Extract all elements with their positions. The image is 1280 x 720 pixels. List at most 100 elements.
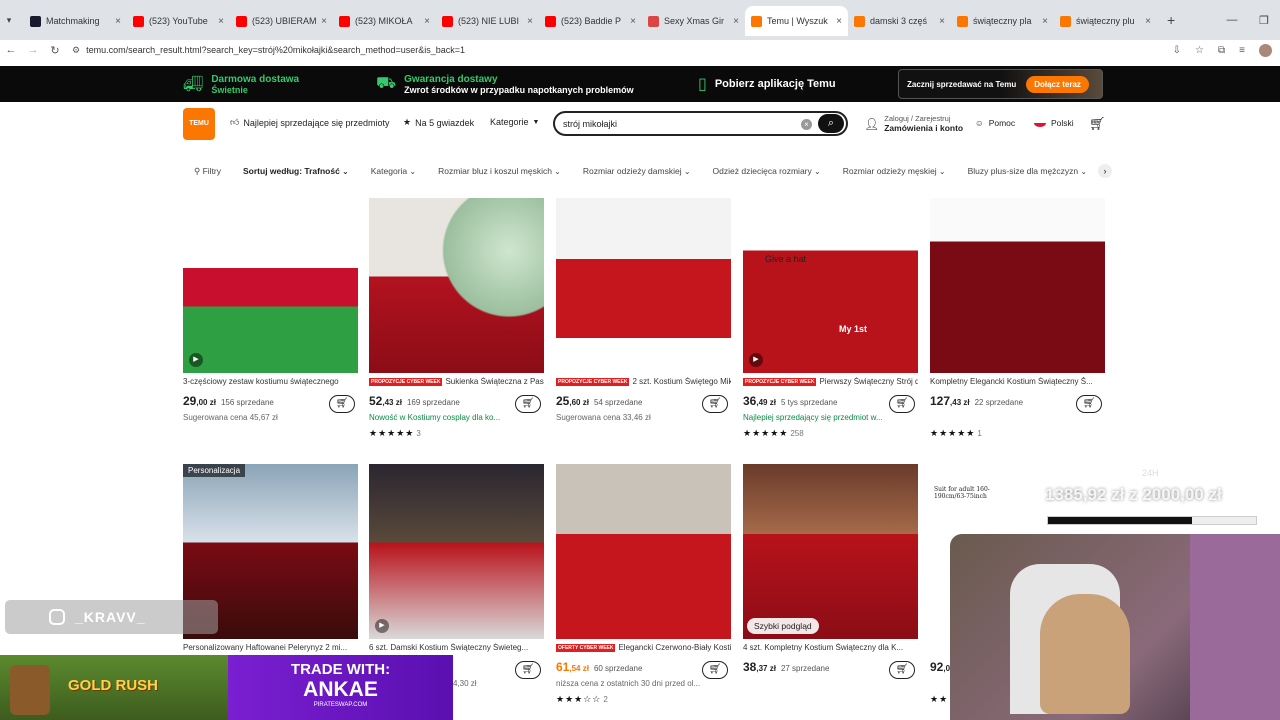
browser-tab[interactable]: (523) MIKOŁA × xyxy=(333,6,436,36)
tab-close-icon[interactable]: × xyxy=(424,16,430,27)
browser-tab[interactable]: (523) YouTube × xyxy=(127,6,230,36)
browser-tab[interactable]: damski 3 częś × xyxy=(848,6,951,36)
browser-tab[interactable]: (523) UBIERAM × xyxy=(230,6,333,36)
product-name[interactable]: PROPOZYCJE CYBER WEEK Sukienka Świąteczna… xyxy=(369,377,544,386)
product-name[interactable]: Kompletny Elegancki Kostium Świąteczny Š… xyxy=(930,377,1105,386)
join-now-button[interactable]: Dołącz teraz xyxy=(1026,75,1089,93)
nav-categories[interactable]: Kategorie ▼ xyxy=(490,117,539,127)
chevron-down-icon: ⌄ xyxy=(681,167,691,176)
product-image[interactable]: Szybki podgląd xyxy=(743,464,918,639)
product-name[interactable]: 3-częściowy zestaw kostiumu świątecznego xyxy=(183,377,358,386)
temu-logo[interactable]: TEMU xyxy=(183,108,215,140)
delivery-guarantee-promo[interactable]: ⛟ Gwarancja dostawy Zwrot środków w przy… xyxy=(376,66,634,102)
app-download-promo[interactable]: ▯ Pobierz aplikację Temu xyxy=(698,66,836,102)
free-shipping-promo[interactable]: 🚚︎ Darmowa dostawa Świetnie xyxy=(183,66,299,102)
review-count: 3 xyxy=(416,429,421,438)
filter-chip[interactable]: Bluzy plus-size dla mężczyzn ⌄ xyxy=(957,166,1098,176)
product-card[interactable]: Kompletny Elegancki Kostium Świąteczny Š… xyxy=(930,198,1105,448)
video-play-icon[interactable]: ▶ xyxy=(375,619,389,633)
tab-close-icon[interactable]: × xyxy=(836,16,842,27)
help-link[interactable]: ☺ Pomoc xyxy=(975,118,1015,128)
product-card[interactable]: Szybki podgląd 4 szt. Kompletny Kostium Ś… xyxy=(743,464,918,714)
add-to-cart-button[interactable]: 🛒︎ xyxy=(1076,395,1102,413)
search-input[interactable]: strój mikołajki xyxy=(563,119,617,129)
add-to-cart-button[interactable]: 🛒︎ xyxy=(702,395,728,413)
product-name[interactable]: Personalizowany Haftowanei Pelerynyz 2 m… xyxy=(183,643,358,652)
browser-tab[interactable]: świąteczny pla × xyxy=(951,6,1054,36)
tab-close-icon[interactable]: × xyxy=(1042,16,1048,27)
product-image[interactable] xyxy=(556,464,731,639)
browser-tab[interactable]: (523) Baddie P × xyxy=(539,6,642,36)
product-name[interactable]: 6 szt. Damski Kostium Świąteczny Świeteg… xyxy=(369,643,544,652)
add-to-cart-button[interactable]: 🛒︎ xyxy=(515,395,541,413)
install-icon[interactable]: ⇩ xyxy=(1173,45,1181,56)
search-box[interactable]: strój mikołajki × ⌕ xyxy=(553,111,848,136)
extensions-icon[interactable]: ⧉ xyxy=(1218,45,1225,56)
bookmark-star-icon[interactable]: ☆ xyxy=(1195,45,1204,56)
product-name[interactable]: PROPOZYCJE CYBER WEEK 2 szt. Kostium Świę… xyxy=(556,377,731,386)
product-image[interactable] xyxy=(556,198,731,373)
filter-chip[interactable]: Rozmiar odzieży damskiej ⌄ xyxy=(572,166,702,176)
browser-tab[interactable]: świąteczny plu × xyxy=(1054,6,1157,36)
back-button[interactable]: ← xyxy=(0,44,22,56)
add-to-cart-button[interactable]: 🛒︎ xyxy=(889,661,915,679)
browser-tab[interactable]: Temu | Wyszuk × xyxy=(745,6,848,36)
filter-chip[interactable]: Sortuj według: Trafność ⌄ xyxy=(232,166,360,176)
new-tab-button[interactable]: + xyxy=(1167,12,1175,28)
tab-close-icon[interactable]: × xyxy=(321,16,327,27)
profile-avatar[interactable] xyxy=(1259,43,1272,57)
tab-close-icon[interactable]: × xyxy=(733,16,739,27)
search-button[interactable]: ⌕ xyxy=(818,114,844,133)
tab-close-icon[interactable]: × xyxy=(939,16,945,27)
product-image[interactable] xyxy=(930,198,1105,373)
video-play-icon[interactable]: ▶ xyxy=(189,353,203,367)
browser-tab[interactable]: Sexy Xmas Gir × xyxy=(642,6,745,36)
browser-tab[interactable]: (523) NIE LUBI × xyxy=(436,6,539,36)
product-image[interactable] xyxy=(369,198,544,373)
url-text[interactable]: temu.com/search_result.html?search_key=s… xyxy=(86,45,465,55)
filter-chip[interactable]: Kategoria ⌄ xyxy=(360,166,427,176)
tab-close-icon[interactable]: × xyxy=(630,16,636,27)
product-name[interactable]: PROPOZYCJE CYBER WEEK Pierwszy Świąteczny… xyxy=(743,377,918,386)
add-to-cart-button[interactable]: 🛒︎ xyxy=(329,395,355,413)
add-to-cart-button[interactable]: 🛒︎ xyxy=(515,661,541,679)
product-name[interactable]: 4 szt. Kompletny Kostium Świąteczny dla … xyxy=(743,643,918,652)
filter-chip[interactable]: Rozmiar odzieży męskiej ⌄ xyxy=(832,166,957,176)
filter-chip[interactable]: Odzież dziecięca rozmiary ⌄ xyxy=(702,166,832,176)
tab-close-icon[interactable]: × xyxy=(218,16,224,27)
nav-5-stars[interactable]: ★ Na 5 gwiazdek xyxy=(403,117,474,128)
forward-button[interactable]: → xyxy=(22,44,44,56)
product-card[interactable]: Give a hat My 1st ▶ PROPOZYCJE CYBER WEEK Pi… xyxy=(743,198,918,448)
tab-search-icon[interactable]: ≡ xyxy=(1239,45,1245,56)
tab-close-icon[interactable]: × xyxy=(527,16,533,27)
product-image[interactable]: Give a hat My 1st ▶ xyxy=(743,198,918,373)
add-to-cart-button[interactable]: 🛒︎ xyxy=(702,661,728,679)
nav-bestsellers[interactable]: 👍︎ Najlepiej sprzedające się przedmioty xyxy=(230,117,389,128)
product-image[interactable]: ▶ xyxy=(369,464,544,639)
seller-banner[interactable]: Zacznij sprzedawać na Temu Dołącz teraz xyxy=(898,69,1103,99)
product-card[interactable]: OFERTY CYBER WEEK Elegancki Czerwono-Biał… xyxy=(556,464,731,714)
product-image[interactable]: ▶ xyxy=(183,198,358,373)
product-card[interactable]: ▶ 3-częściowy zestaw kostiumu świąteczneg… xyxy=(183,198,358,448)
product-name[interactable]: OFERTY CYBER WEEK Elegancki Czerwono-Biał… xyxy=(556,643,731,652)
maximize-button[interactable]: ❐ xyxy=(1248,14,1280,27)
product-card[interactable]: PROPOZYCJE CYBER WEEK Sukienka Świąteczna… xyxy=(369,198,544,448)
language-selector[interactable]: Polski xyxy=(1034,118,1074,128)
quick-view-button[interactable]: Szybki podgląd xyxy=(747,618,819,634)
add-to-cart-button[interactable]: 🛒︎ xyxy=(889,395,915,413)
product-card[interactable]: PROPOZYCJE CYBER WEEK 2 szt. Kostium Świę… xyxy=(556,198,731,448)
tab-close-icon[interactable]: × xyxy=(1145,16,1151,27)
cart-link[interactable]: 🛒︎ xyxy=(1089,116,1106,132)
account-link[interactable]: 👤︎ Zaloguj / Zarejestruj Zamówienia i ko… xyxy=(864,114,963,133)
filter-scroll-right-button[interactable]: › xyxy=(1098,164,1112,178)
minimize-button[interactable]: — xyxy=(1216,14,1248,26)
video-play-icon[interactable]: ▶ xyxy=(749,353,763,367)
tab-list-icon[interactable]: ▾ xyxy=(2,15,16,26)
clear-search-icon[interactable]: × xyxy=(801,119,812,130)
browser-tab[interactable]: Matchmaking × xyxy=(24,6,127,36)
filters-button[interactable]: ⚲ Filtry xyxy=(183,166,232,177)
reload-button[interactable]: ↻ xyxy=(44,44,66,57)
filter-chip[interactable]: Rozmiar bluz i koszul męskich ⌄ xyxy=(427,166,572,176)
site-info-icon[interactable]: ⚙ xyxy=(72,45,80,56)
tab-close-icon[interactable]: × xyxy=(115,16,121,27)
